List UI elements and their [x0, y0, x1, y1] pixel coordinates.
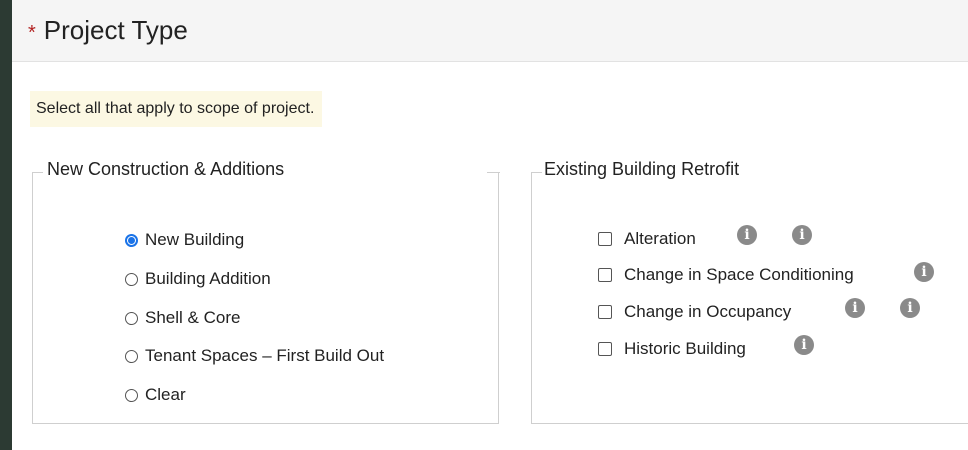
info-icon[interactable]: i	[845, 298, 865, 318]
radio-tenant-spaces[interactable]	[125, 349, 138, 363]
option-alteration[interactable]: Alteration	[598, 229, 696, 249]
checkbox-alteration[interactable]	[598, 232, 612, 246]
info-icon[interactable]: i	[792, 225, 812, 245]
required-marker: *	[28, 22, 36, 44]
option-label: Building Addition	[145, 269, 271, 288]
option-label: Historic Building	[624, 339, 746, 358]
option-label: New Building	[145, 230, 245, 249]
new-construction-group: New Construction & Additions New Buildin…	[32, 159, 500, 424]
instruction-hint: Select all that apply to scope of projec…	[30, 91, 323, 127]
fieldset-border	[532, 172, 542, 173]
option-label: Change in Occupancy	[624, 302, 792, 321]
existing-retrofit-legend: Existing Building Retrofit	[542, 159, 742, 180]
checkbox-change-space-conditioning[interactable]	[598, 268, 612, 282]
fieldset-border	[33, 172, 43, 173]
option-label: Alteration	[624, 229, 696, 248]
radio-new-building[interactable]	[125, 233, 138, 247]
info-icon[interactable]: i	[914, 262, 934, 282]
page-title: Project Type	[43, 15, 188, 45]
info-icon[interactable]: i	[900, 298, 920, 318]
option-tenant-spaces[interactable]: Tenant Spaces – First Build Out	[125, 346, 384, 366]
option-new-building[interactable]: New Building	[125, 230, 244, 250]
new-construction-legend: New Construction & Additions	[45, 159, 287, 180]
radio-shell-core[interactable]	[125, 311, 138, 325]
option-historic-building[interactable]: Historic Building	[598, 339, 746, 359]
checkbox-change-occupancy[interactable]	[598, 305, 612, 319]
fieldset-border	[487, 172, 500, 173]
radio-clear[interactable]	[125, 388, 138, 402]
checkbox-historic-building[interactable]	[598, 342, 612, 356]
option-change-space-conditioning[interactable]: Change in Space Conditioning	[598, 265, 854, 285]
info-icon[interactable]: i	[794, 335, 814, 355]
option-shell-core[interactable]: Shell & Core	[125, 308, 240, 328]
existing-retrofit-group: Existing Building Retrofit Alteration i …	[531, 159, 968, 424]
project-type-panel: * Project Type Select all that apply to …	[12, 0, 968, 450]
option-change-occupancy[interactable]: Change in Occupancy	[598, 302, 791, 322]
option-label: Clear	[145, 385, 186, 404]
option-label: Shell & Core	[145, 308, 241, 327]
option-label: Change in Space Conditioning	[624, 265, 854, 284]
option-clear[interactable]: Clear	[125, 385, 186, 405]
info-icon[interactable]: i	[737, 225, 757, 245]
radio-building-addition[interactable]	[125, 272, 138, 286]
panel-header: * Project Type	[12, 0, 968, 62]
option-building-addition[interactable]: Building Addition	[125, 269, 271, 289]
option-label: Tenant Spaces – First Build Out	[145, 346, 385, 365]
